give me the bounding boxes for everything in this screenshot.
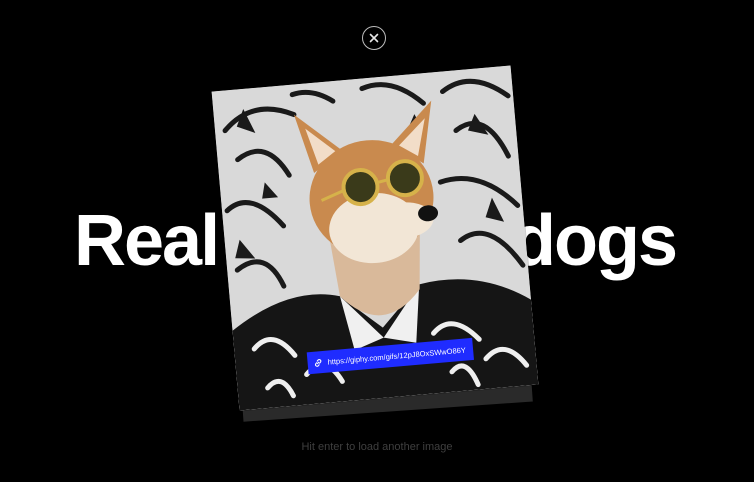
link-icon [313,358,323,368]
image-card[interactable]: https://giphy.com/gifs/12pJ8OxSWwO86Y [211,65,539,411]
headline-right-text: dogs [512,201,678,281]
viewer-stage: Real dogs https://giphy.com/gifs/12pJ8Ox… [0,0,754,482]
headline-left-text: Real [74,201,220,281]
close-button[interactable] [362,26,386,50]
load-another-hint: Hit enter to load another image [301,441,453,453]
close-icon [369,33,379,43]
